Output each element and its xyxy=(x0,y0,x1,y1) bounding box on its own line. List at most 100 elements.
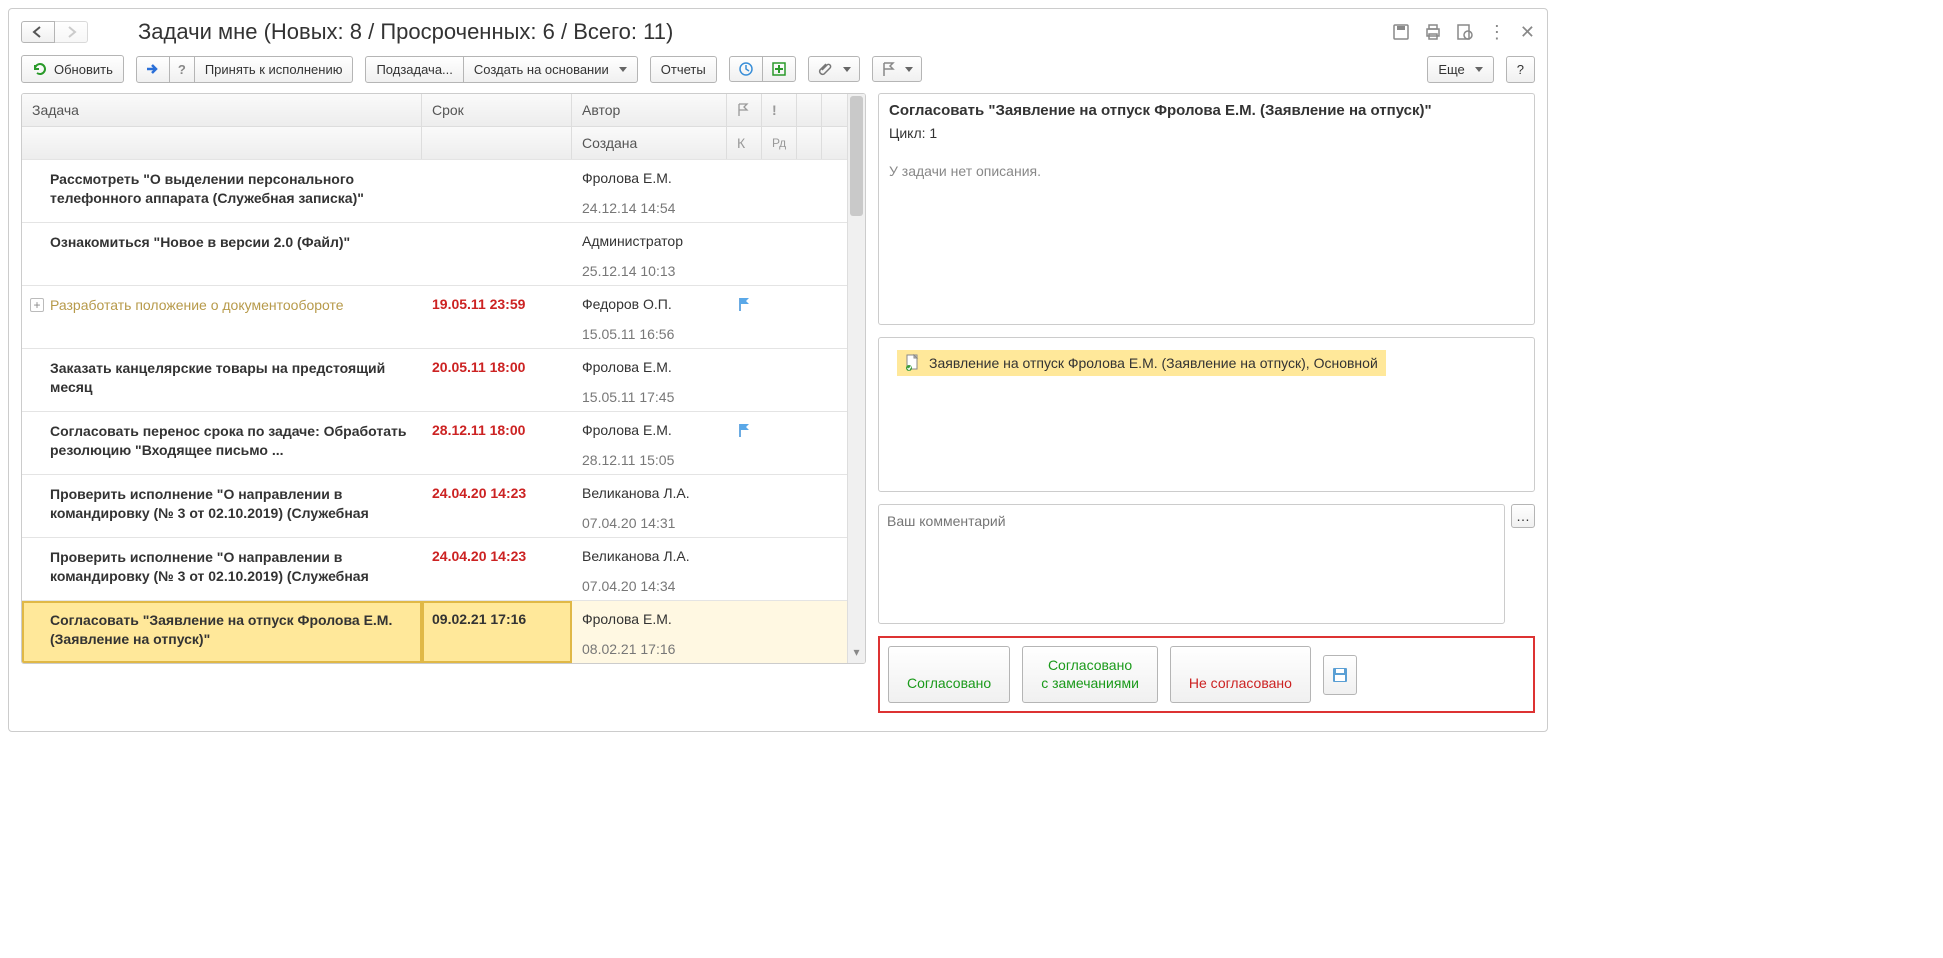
detail-title: Согласовать "Заявление на отпуск Фролова… xyxy=(889,102,1524,119)
document-icon xyxy=(905,354,921,372)
author-cell: Фролова Е.М. 15.05.11 17:45 xyxy=(572,349,727,411)
task-title: Согласовать перенос срока по задаче: Обр… xyxy=(50,423,406,458)
table-row[interactable]: Проверить исполнение "О направлении в ко… xyxy=(22,537,865,600)
created-date: 24.12.14 14:54 xyxy=(582,200,717,216)
flag-icon xyxy=(737,103,749,117)
print-icon[interactable] xyxy=(1424,23,1442,41)
column-author[interactable]: Автор xyxy=(572,94,727,126)
forward-button[interactable] xyxy=(54,21,88,43)
comment-more-button[interactable]: … xyxy=(1511,504,1535,528)
table-row[interactable]: Согласовать перенос срока по задаче: Обр… xyxy=(22,411,865,474)
arrow-right-icon xyxy=(63,26,79,38)
task-cell: Согласовать "Заявление на отпуск Фролова… xyxy=(22,601,422,663)
close-icon[interactable]: ✕ xyxy=(1520,22,1535,43)
floppy-icon xyxy=(1331,666,1349,684)
subtask-group: Подзадача... Создать на основании xyxy=(365,56,637,83)
table-header-row-2: Создана К Рд xyxy=(22,126,865,159)
author-name: Федоров О.П. xyxy=(582,296,717,312)
deadline-cell: 24.04.20 14:23 xyxy=(422,538,572,600)
arrow-blue-icon xyxy=(145,62,161,76)
author-name: Фролова Е.М. xyxy=(582,611,717,627)
column-important[interactable]: ! xyxy=(762,94,797,126)
page-title: Задачи мне (Новых: 8 / Просроченных: 6 /… xyxy=(138,19,1392,45)
column-created[interactable]: Создана xyxy=(572,127,727,159)
table-row[interactable]: +Разработать положение о документооборот… xyxy=(22,285,865,348)
scrollbar-thumb[interactable] xyxy=(850,96,863,216)
accept-group: ? Принять к исполнению xyxy=(136,56,354,83)
titlebar: Задачи мне (Новых: 8 / Просроченных: 6 /… xyxy=(21,19,1535,45)
deadline-cell xyxy=(422,223,572,285)
task-title: Согласовать "Заявление на отпуск Фролова… xyxy=(50,612,392,647)
preview-icon[interactable] xyxy=(1456,23,1474,41)
subtask-button[interactable]: Подзадача... xyxy=(365,56,463,83)
icon-group-1 xyxy=(729,56,796,82)
approve-button[interactable]: Согласовано xyxy=(888,646,1010,703)
task-title: Ознакомиться "Новое в версии 2.0 (Файл)" xyxy=(50,234,350,250)
detail-description: У задачи нет описания. xyxy=(878,155,1535,325)
question-task-button[interactable]: ? xyxy=(169,56,195,83)
created-date: 15.05.11 16:56 xyxy=(582,326,717,342)
attachment-item[interactable]: Заявление на отпуск Фролова Е.М. (Заявле… xyxy=(897,350,1386,376)
more-button[interactable]: Еще xyxy=(1427,56,1493,83)
action-bar: Согласовано Согласовано с замечаниями Не… xyxy=(878,636,1535,713)
column-task[interactable]: Задача xyxy=(22,94,422,126)
column-sub-task xyxy=(22,127,422,159)
attach-button[interactable] xyxy=(808,56,860,82)
author-cell: Великанова Л.А.07.04.20 14:31 xyxy=(572,475,727,537)
expand-icon[interactable]: + xyxy=(30,298,44,312)
comment-wrap: … xyxy=(878,504,1535,624)
scroll-down-icon[interactable]: ▾ xyxy=(850,645,863,661)
create-based-button[interactable]: Создать на основании xyxy=(463,56,638,83)
column-k[interactable]: К xyxy=(727,127,762,159)
table-row[interactable]: Согласовать "Заявление на отпуск Фролова… xyxy=(22,600,865,663)
flag-cell xyxy=(727,349,762,411)
flag-cell xyxy=(727,286,762,348)
nav-buttons xyxy=(21,21,88,43)
approve-with-notes-button[interactable]: Согласовано с замечаниями xyxy=(1022,646,1158,703)
column-deadline[interactable]: Срок xyxy=(422,94,572,126)
table-row[interactable]: Заказать канцелярские товары на предстоя… xyxy=(22,348,865,411)
comment-input[interactable] xyxy=(878,504,1505,624)
refresh-button[interactable]: Обновить xyxy=(21,55,124,83)
add-green-button[interactable] xyxy=(762,56,796,82)
flag-cell xyxy=(727,601,762,663)
scrollbar[interactable]: ▾ xyxy=(847,94,865,663)
task-cell: Согласовать перенос срока по задаче: Обр… xyxy=(22,412,422,474)
save-button[interactable] xyxy=(1323,655,1357,695)
task-cell: Ознакомиться "Новое в версии 2.0 (Файл)" xyxy=(22,223,422,285)
important-cell xyxy=(762,160,797,222)
reports-button[interactable]: Отчеты xyxy=(650,56,717,83)
column-blank1 xyxy=(797,94,822,126)
subtask-label: Подзадача... xyxy=(376,62,452,77)
plus-green-icon xyxy=(771,61,787,77)
save-icon[interactable] xyxy=(1392,23,1410,41)
time-button[interactable] xyxy=(729,56,763,82)
author-name: Фролова Е.М. xyxy=(582,359,717,375)
task-title: Проверить исполнение "О направлении в ко… xyxy=(50,549,369,584)
flag-button[interactable] xyxy=(872,56,922,82)
more-label: Еще xyxy=(1438,62,1464,77)
created-date: 15.05.11 17:45 xyxy=(582,389,717,405)
flag-icon xyxy=(737,296,752,312)
attachment-label: Заявление на отпуск Фролова Е.М. (Заявле… xyxy=(929,355,1378,371)
help-label: ? xyxy=(1517,62,1524,77)
start-task-button[interactable] xyxy=(136,56,170,83)
menu-dots-icon[interactable]: ⋮ xyxy=(1488,22,1506,43)
table-row[interactable]: Проверить исполнение "О направлении в ко… xyxy=(22,474,865,537)
attachments-box: Заявление на отпуск Фролова Е.М. (Заявле… xyxy=(878,337,1535,492)
approve-label: Согласовано xyxy=(907,675,991,691)
author-name: Великанова Л.А. xyxy=(582,548,717,564)
column-rd[interactable]: Рд xyxy=(762,127,797,159)
accept-button[interactable]: Принять к исполнению xyxy=(194,56,354,83)
table-row[interactable]: Ознакомиться "Новое в версии 2.0 (Файл)"… xyxy=(22,222,865,285)
table-row[interactable]: Рассмотреть "О выделении персонального т… xyxy=(22,159,865,222)
table-body: Рассмотреть "О выделении персонального т… xyxy=(22,159,865,663)
back-button[interactable] xyxy=(21,21,55,43)
task-title: Заказать канцелярские товары на предстоя… xyxy=(50,360,385,395)
column-flag[interactable] xyxy=(727,94,762,126)
table-header-row-1: Задача Срок Автор ! xyxy=(22,94,865,126)
help-button[interactable]: ? xyxy=(1506,56,1535,83)
deadline-cell: 19.05.11 23:59 xyxy=(422,286,572,348)
reject-button[interactable]: Не согласовано xyxy=(1170,646,1311,703)
flag-icon xyxy=(881,61,895,77)
